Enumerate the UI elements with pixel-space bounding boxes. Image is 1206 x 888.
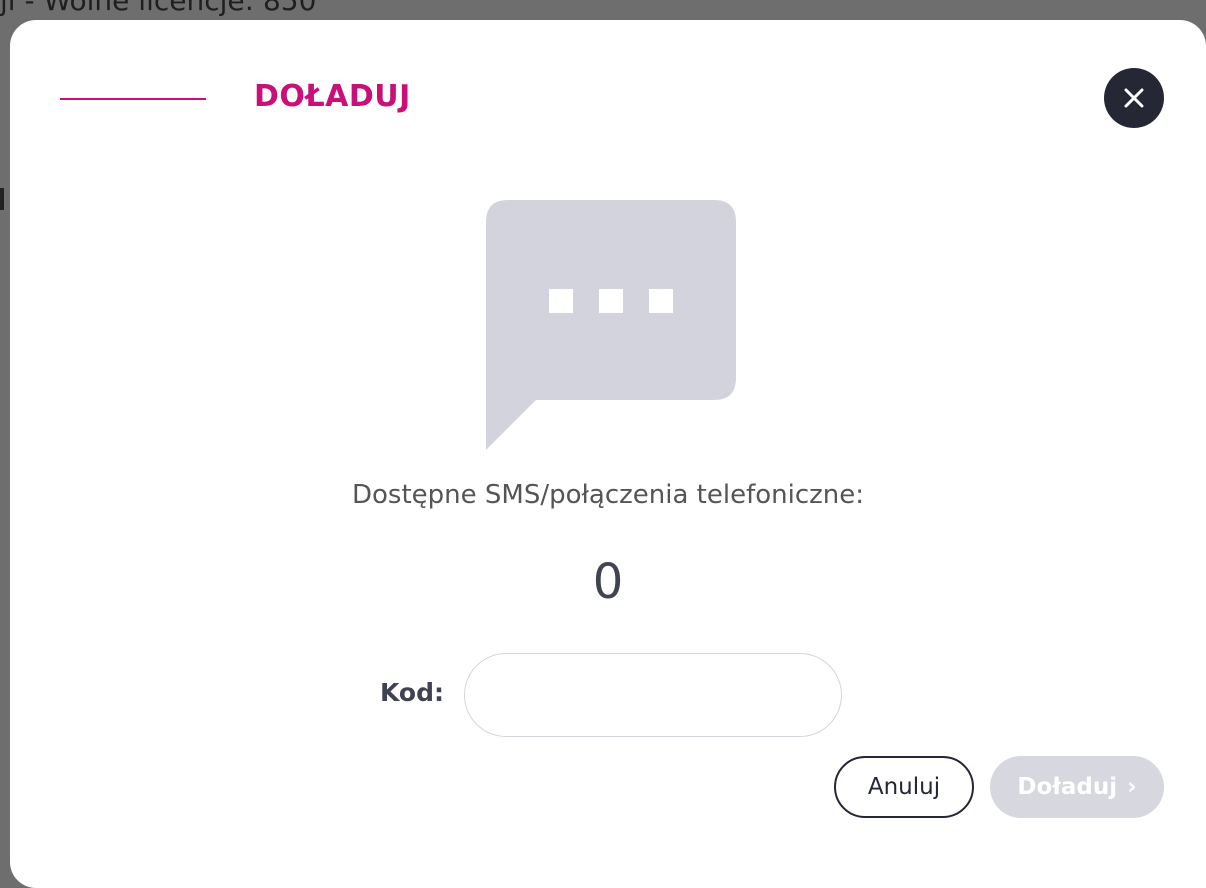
close-icon (1124, 88, 1144, 108)
code-input[interactable] (464, 653, 842, 737)
available-label: Dostępne SMS/połączenia telefoniczne: (351, 480, 865, 510)
background-license-text: ji - Wolne licencje: 850 (0, 0, 317, 17)
topup-button[interactable]: Doładuj › (990, 756, 1164, 818)
available-count: 0 (592, 554, 624, 610)
cancel-button[interactable]: Anuluj (834, 756, 974, 818)
background-text-fragment (0, 188, 4, 210)
close-button[interactable] (1104, 68, 1164, 128)
chat-bubble-icon (486, 200, 736, 450)
code-label: Kod: (380, 678, 445, 707)
cancel-button-label: Anuluj (867, 774, 941, 800)
topup-modal: DOŁADUJ Dostępne SMS/połączenia telefoni… (10, 20, 1206, 888)
topup-button-label: Doładuj (1017, 774, 1118, 800)
modal-title: DOŁADUJ (254, 79, 411, 114)
chevron-right-icon: › (1127, 774, 1137, 800)
title-accent-line (60, 98, 206, 100)
